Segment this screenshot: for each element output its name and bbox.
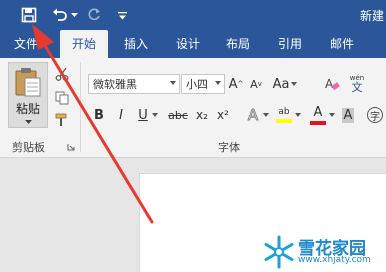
bold-button[interactable]: B	[91, 106, 107, 124]
watermark: 雪花家园 www.xhjaty.com	[258, 233, 386, 272]
enclose-characters-button[interactable]: 字	[366, 105, 384, 125]
snowflake-logo-icon	[264, 235, 294, 269]
paste-label: 粘贴	[15, 102, 40, 116]
group-separator	[80, 62, 81, 152]
cut-button[interactable]	[54, 66, 70, 82]
highlight-swatch	[276, 119, 292, 123]
text-effects-icon: A	[247, 106, 259, 125]
font-color-icon: A	[313, 104, 323, 120]
redo-button[interactable]	[84, 4, 104, 26]
customize-icon	[117, 11, 127, 19]
chevron-down-icon	[291, 82, 298, 86]
shrink-font-icon: A	[250, 77, 258, 91]
strikethrough-button[interactable]: abc	[166, 106, 190, 124]
watermark-url: www.xhjaty.com	[298, 255, 371, 265]
tab-mailings[interactable]: 邮件	[320, 30, 364, 58]
tab-overflow	[370, 30, 386, 58]
chevron-down-icon	[215, 81, 221, 85]
customize-qat-button[interactable]	[115, 4, 129, 26]
clipboard-group-label: 剪贴板	[12, 141, 45, 154]
enclose-characters-icon: 字	[367, 107, 383, 123]
phonetic-guide-button[interactable]: wén 文	[346, 72, 368, 96]
chevron-down-icon	[329, 113, 335, 117]
underline-dropdown[interactable]	[151, 106, 159, 124]
highlight-icon: ab	[278, 107, 290, 117]
chevron-down-icon	[263, 113, 269, 117]
word-window: 新建 文件 开始 插入 设计 布局 引用 邮件 粘贴 剪贴板 微软雅黑 小四 A…	[0, 0, 386, 272]
chevron-down-icon	[170, 81, 176, 85]
font-color-button[interactable]: A	[308, 104, 328, 126]
undo-dropdown[interactable]	[70, 4, 78, 26]
tab-file[interactable]: 文件	[4, 30, 48, 58]
document-title: 新建	[359, 9, 384, 23]
chevron-down-icon	[295, 113, 301, 117]
copy-button[interactable]	[54, 90, 70, 106]
font-color-dropdown[interactable]	[328, 105, 336, 125]
grow-font-button[interactable]: A ^	[228, 74, 244, 94]
character-shading-button[interactable]: A	[340, 105, 356, 125]
tab-home[interactable]: 开始	[60, 30, 108, 58]
format-painter-icon	[55, 113, 67, 126]
scissors-icon	[55, 67, 69, 81]
change-case-icon: Aa	[272, 76, 290, 92]
phonetic-bottom: 文	[351, 81, 363, 94]
title-bar: 新建	[0, 0, 386, 30]
tab-design[interactable]: 设计	[166, 30, 210, 58]
font-size-combo[interactable]: 小四	[181, 74, 225, 94]
paste-button[interactable]: 粘贴	[8, 62, 48, 128]
shrink-font-button[interactable]: Av	[248, 74, 264, 94]
font-name-value: 微软雅黑	[93, 78, 137, 91]
clear-formatting-button[interactable]: A	[322, 74, 342, 94]
chevron-down-icon	[152, 113, 158, 117]
font-color-swatch	[310, 120, 326, 125]
ribbon-tabs: 文件 开始 插入 设计 布局 引用 邮件	[0, 30, 386, 58]
chevron-down-icon	[24, 120, 32, 124]
font-group-label: 字体	[218, 141, 240, 154]
eraser-icon: A	[325, 77, 340, 91]
copy-icon	[55, 91, 69, 105]
format-painter-button[interactable]	[54, 112, 70, 128]
italic-button[interactable]: I	[113, 106, 129, 124]
redo-icon	[88, 8, 100, 21]
font-name-combo[interactable]: 微软雅黑	[88, 74, 180, 94]
character-shading-icon: A	[341, 107, 355, 123]
superscript-button[interactable]: x²	[214, 106, 232, 124]
undo-icon	[53, 8, 67, 21]
undo-button[interactable]	[50, 4, 70, 26]
font-size-value: 小四	[186, 78, 208, 91]
highlight-button[interactable]: ab	[274, 104, 294, 126]
change-case-button[interactable]: Aa	[270, 74, 300, 94]
save-icon	[21, 7, 37, 23]
svg-text:A: A	[325, 77, 334, 91]
grow-font-icon: A	[228, 76, 238, 92]
tab-references[interactable]: 引用	[268, 30, 312, 58]
save-button[interactable]	[18, 4, 40, 26]
text-effects-button[interactable]: A	[244, 105, 262, 125]
underline-button[interactable]: U	[135, 106, 151, 124]
paste-icon	[15, 68, 41, 97]
dialog-launcher-icon	[67, 144, 75, 151]
tab-layout[interactable]: 布局	[216, 30, 260, 58]
highlight-dropdown[interactable]	[294, 105, 302, 125]
text-effects-dropdown[interactable]	[262, 105, 270, 125]
chevron-down-icon	[70, 12, 78, 17]
subscript-button[interactable]: x₂	[193, 106, 211, 124]
clipboard-launcher[interactable]	[66, 142, 76, 152]
ribbon: 粘贴 剪贴板 微软雅黑 小四 A ^ A v Aa A wén 文 B I U …	[0, 58, 386, 158]
tab-insert[interactable]: 插入	[114, 30, 158, 58]
